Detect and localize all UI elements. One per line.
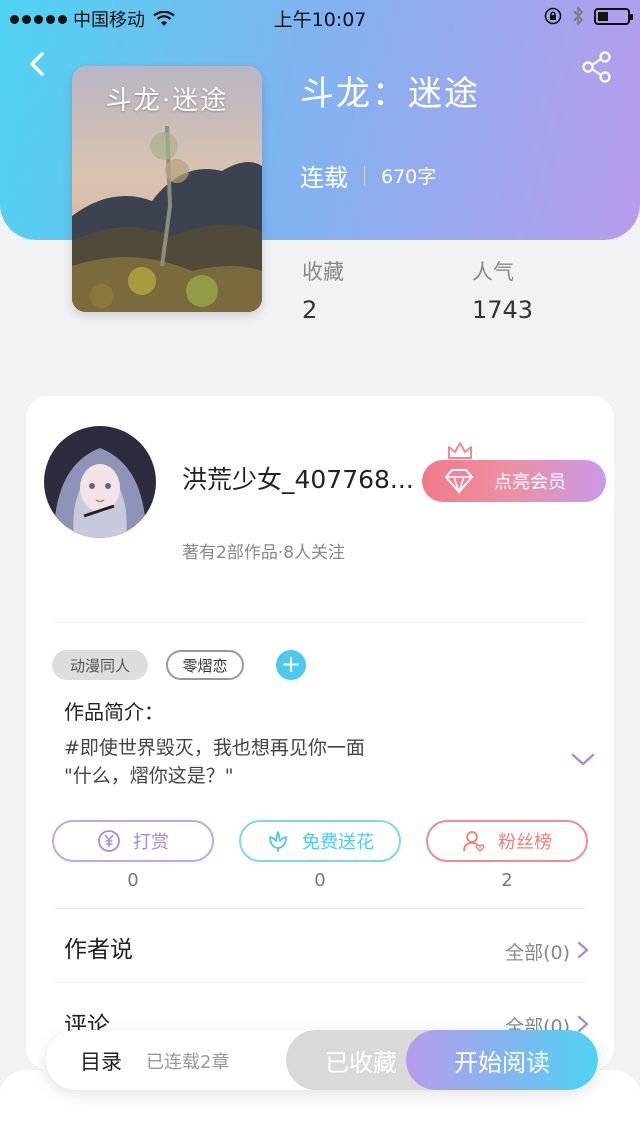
flower-count: 0 <box>314 870 326 891</box>
catalog-label: 目录 <box>80 1050 122 1074</box>
serial-status: 连载 <box>300 164 348 192</box>
bottom-action-bar: 目录 已连载2章 已收藏 开始阅读 <box>46 1030 598 1090</box>
start-reading-button[interactable]: 开始阅读 <box>406 1030 598 1090</box>
chapters-count: 已连载2章 <box>146 1052 230 1073</box>
yen-icon <box>98 830 120 852</box>
book-detail-card: 洪荒少女_407768... 著有2部作品·8人关注 点亮会员 动漫同人 零熠恋… <box>26 396 614 1070</box>
battery-level <box>598 11 608 21</box>
fan-ranking-button[interactable]: 粉丝榜 <box>426 820 588 862</box>
book-cover[interactable]: 斗龙·迷途 <box>72 66 262 312</box>
share-button[interactable] <box>580 50 614 84</box>
word-count: 670字 <box>381 166 437 188</box>
intro-title: 作品简介： <box>64 700 164 724</box>
send-flower-button[interactable]: 免费送花 <box>239 820 401 862</box>
crown-icon <box>448 442 472 462</box>
bluetooth-icon <box>573 6 584 26</box>
status-bar: 中国移动 上午10:07 <box>0 0 640 34</box>
stat-popularity: 人气 1743 <box>472 256 533 324</box>
book-status-line: 连载 670字 <box>300 158 436 193</box>
avatar-image <box>44 426 156 538</box>
battery-icon <box>594 7 633 25</box>
stat-favorites: 收藏 2 <box>302 256 344 324</box>
reward-count: 0 <box>127 870 139 891</box>
status-right <box>544 6 633 26</box>
add-tag-button[interactable]: + <box>276 650 306 680</box>
divider <box>54 622 586 623</box>
chevron-right-icon <box>577 941 589 959</box>
expand-intro-chevron-icon[interactable] <box>570 752 596 768</box>
activate-vip-button[interactable]: 点亮会员 <box>422 460 606 502</box>
reward-button[interactable]: 打赏 <box>52 820 214 862</box>
stat-label: 人气 <box>472 260 514 284</box>
vip-label: 点亮会员 <box>494 472 566 493</box>
divider <box>54 982 586 983</box>
author-avatar[interactable] <box>44 426 156 538</box>
orientation-lock-icon <box>544 7 562 25</box>
author-says-title: 作者说 <box>64 937 133 963</box>
status-divider <box>364 165 365 186</box>
intro-line: #即使世界毁灭，我也想再见你一面 <box>64 737 365 759</box>
reward-label: 打赏 <box>133 832 169 853</box>
tag-keyword[interactable]: 零熠恋 <box>166 650 244 680</box>
stat-value: 2 <box>302 296 318 324</box>
book-title: 斗龙：迷途 <box>300 74 480 114</box>
tag-genre[interactable]: 动漫同人 <box>52 650 148 680</box>
stat-value: 1743 <box>472 296 534 324</box>
diamond-icon <box>445 469 473 494</box>
intro-text: #即使世界毁灭，我也想再见你一面 "什么，熠你这是？" <box>64 734 365 790</box>
author-meta: 著有2部作品·8人关注 <box>182 543 346 563</box>
fan-count: 2 <box>501 870 513 891</box>
send-flower-label: 免费送花 <box>302 832 374 853</box>
intro-line: "什么，熠你这是？" <box>64 765 234 787</box>
author-name[interactable]: 洪荒少女_407768... <box>182 460 414 496</box>
author-says-all[interactable]: 全部(0) <box>505 938 570 965</box>
fan-ranking-icon <box>463 831 485 853</box>
back-button[interactable] <box>22 48 54 80</box>
divider <box>54 908 586 909</box>
fan-ranking-label: 粉丝榜 <box>498 832 552 853</box>
stat-label: 收藏 <box>302 260 344 284</box>
flower-icon <box>269 831 287 852</box>
cover-title: 斗龙·迷途 <box>105 86 229 116</box>
